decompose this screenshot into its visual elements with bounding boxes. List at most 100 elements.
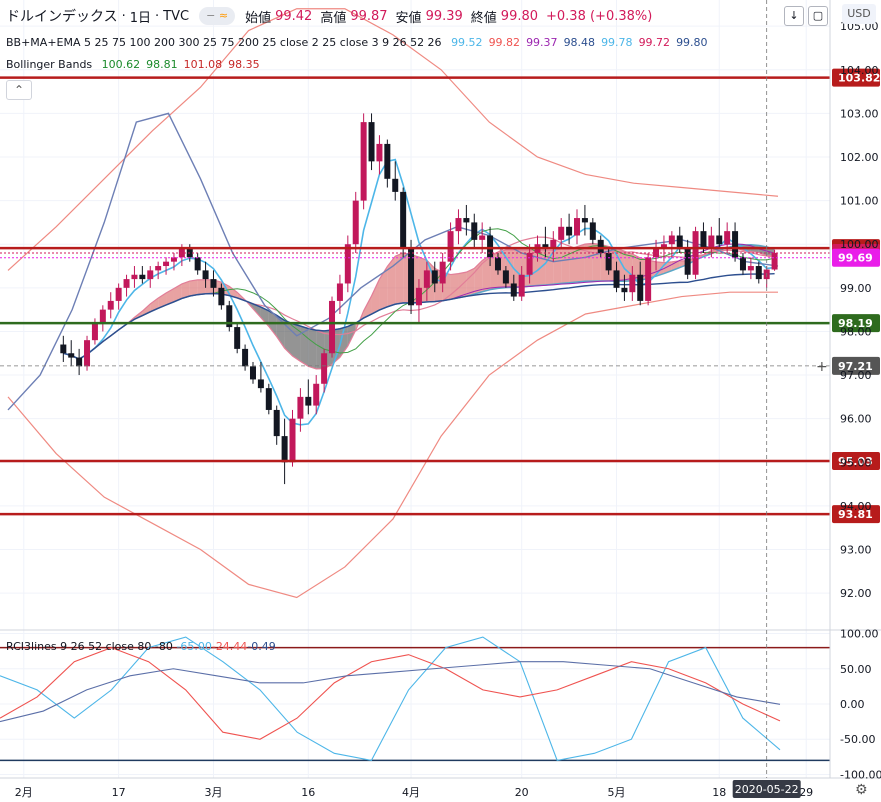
wave-icon: ≈ <box>218 9 229 22</box>
candle-body <box>439 261 446 284</box>
data-source: TVC <box>163 8 190 24</box>
indicator-value: 100.62 <box>101 58 141 71</box>
candle-body <box>479 235 486 240</box>
candle-body <box>147 270 154 280</box>
candle-body <box>645 257 652 301</box>
candle-body <box>605 252 612 271</box>
indicator-legend-bbmaema[interactable]: BB+MA+EMA 5 25 75 100 200 300 25 75 200 … <box>6 36 714 49</box>
low-value: 99.39 <box>425 8 463 24</box>
candle-body <box>329 300 336 354</box>
high-label: 高値 <box>320 10 347 26</box>
candle-body <box>368 122 375 162</box>
candle-body <box>455 218 462 232</box>
candle-body <box>747 266 754 271</box>
close-label: 終値 <box>470 10 497 26</box>
candle-body <box>210 279 217 288</box>
candle-body <box>384 143 391 179</box>
indicator-value: 101.08 <box>183 58 223 71</box>
candle-body <box>589 222 596 240</box>
candle-body <box>218 287 225 306</box>
indicator-value: 98.81 <box>146 58 178 71</box>
open-label: 始値 <box>245 10 272 26</box>
candle-body <box>400 191 407 249</box>
rci-tick-label: 0.00 <box>840 698 865 711</box>
symbol-header: ドルインデックス · 1日 · TVC − ≈ 始値 99.42 高値 99.87 … <box>6 6 652 26</box>
candle-body <box>755 266 762 280</box>
candle-body <box>431 270 438 284</box>
candle-body <box>637 274 644 301</box>
candle-body <box>131 274 138 280</box>
candle-body <box>668 235 675 245</box>
price-tick-label: 94.00 <box>840 500 872 513</box>
candle-body <box>574 218 581 236</box>
candle-body <box>60 344 67 354</box>
open-value: 99.42 <box>275 8 313 24</box>
candle-body <box>313 383 320 406</box>
time-tick-label: 18 <box>712 786 726 799</box>
price-tick-label: 99.00 <box>840 282 872 295</box>
candle-body <box>423 270 430 288</box>
candle-body <box>494 257 501 271</box>
time-tick-label: 2月 <box>15 786 33 799</box>
maximize-button[interactable]: ▢ <box>808 6 828 26</box>
candle-body <box>273 409 280 437</box>
candle-body <box>360 122 367 201</box>
cloud-segment <box>545 250 554 285</box>
rci-tick-label: 50.00 <box>840 663 872 676</box>
candle-body <box>115 287 122 301</box>
rci-legend[interactable]: RCI3lines 9 26 52 close 80 -80 -65.00-24… <box>6 640 276 653</box>
candle-body <box>344 244 351 284</box>
candle-body <box>139 274 146 280</box>
rci-value: -24.44 <box>211 640 248 653</box>
rci-tick-label: 100.00 <box>840 628 879 641</box>
candle-body <box>76 357 83 367</box>
rci-tick-label: -50.00 <box>840 733 875 746</box>
candle-body <box>281 436 288 463</box>
chart-window: 103.8299.9199.8099.6998.1997.2195.0393.8… <box>0 0 881 802</box>
cloud-segment <box>197 279 206 295</box>
candle-body <box>708 235 715 249</box>
price-tick-label: 96.00 <box>840 413 872 426</box>
candle-body <box>471 222 478 240</box>
gear-icon[interactable]: ⚙ <box>855 782 868 798</box>
cloud-segment <box>553 249 562 285</box>
indicator-value: 99.52 <box>451 36 483 49</box>
candle-body <box>257 379 264 389</box>
candle-body <box>581 218 588 223</box>
candle-body <box>107 300 114 310</box>
candle-body <box>676 235 683 249</box>
candle-body <box>242 348 249 367</box>
rci-short-line <box>0 636 781 762</box>
interval[interactable]: 1日 <box>130 7 151 26</box>
candle-body <box>91 322 98 341</box>
current-date-label: 2020-05-22 <box>735 783 799 796</box>
indicator-value: 98.35 <box>228 58 260 71</box>
candle-body <box>739 257 746 271</box>
currency-label[interactable]: USD <box>842 4 876 24</box>
symbol-name[interactable]: ドルインデックス <box>6 6 118 26</box>
collapse-legend-button[interactable]: ⌃ <box>6 80 32 100</box>
candle-body <box>597 239 604 253</box>
price-tick-label: 104.00 <box>840 64 879 77</box>
candle-body <box>202 270 209 280</box>
candle-body <box>352 200 359 245</box>
scroll-down-button[interactable]: ↓ <box>784 6 804 26</box>
indicator-legend-bollinger[interactable]: Bollinger Bands 100.62 98.81 101.08 98.35 <box>6 58 266 71</box>
close-value: 99.80 <box>500 8 539 24</box>
candle-body <box>84 340 91 367</box>
candle-body <box>771 252 778 270</box>
candle-body <box>487 235 494 258</box>
price-chart[interactable]: 103.8299.9199.8099.6998.1997.2195.0393.8… <box>0 0 881 802</box>
candle-body <box>289 418 296 463</box>
cloud-segment <box>387 256 396 307</box>
time-tick-label: 5月 <box>608 786 626 799</box>
candle-body <box>415 287 422 306</box>
candle-body <box>526 252 533 275</box>
candle-body <box>155 266 162 271</box>
price-tick-label: 102.00 <box>840 151 879 164</box>
candle-body <box>249 366 256 380</box>
compare-toggle[interactable]: − ≈ <box>199 7 236 25</box>
candle-body <box>321 353 328 384</box>
candle-body <box>99 309 106 323</box>
indicator-name: BB+MA+EMA 5 25 75 100 200 300 25 75 200 … <box>6 36 442 49</box>
